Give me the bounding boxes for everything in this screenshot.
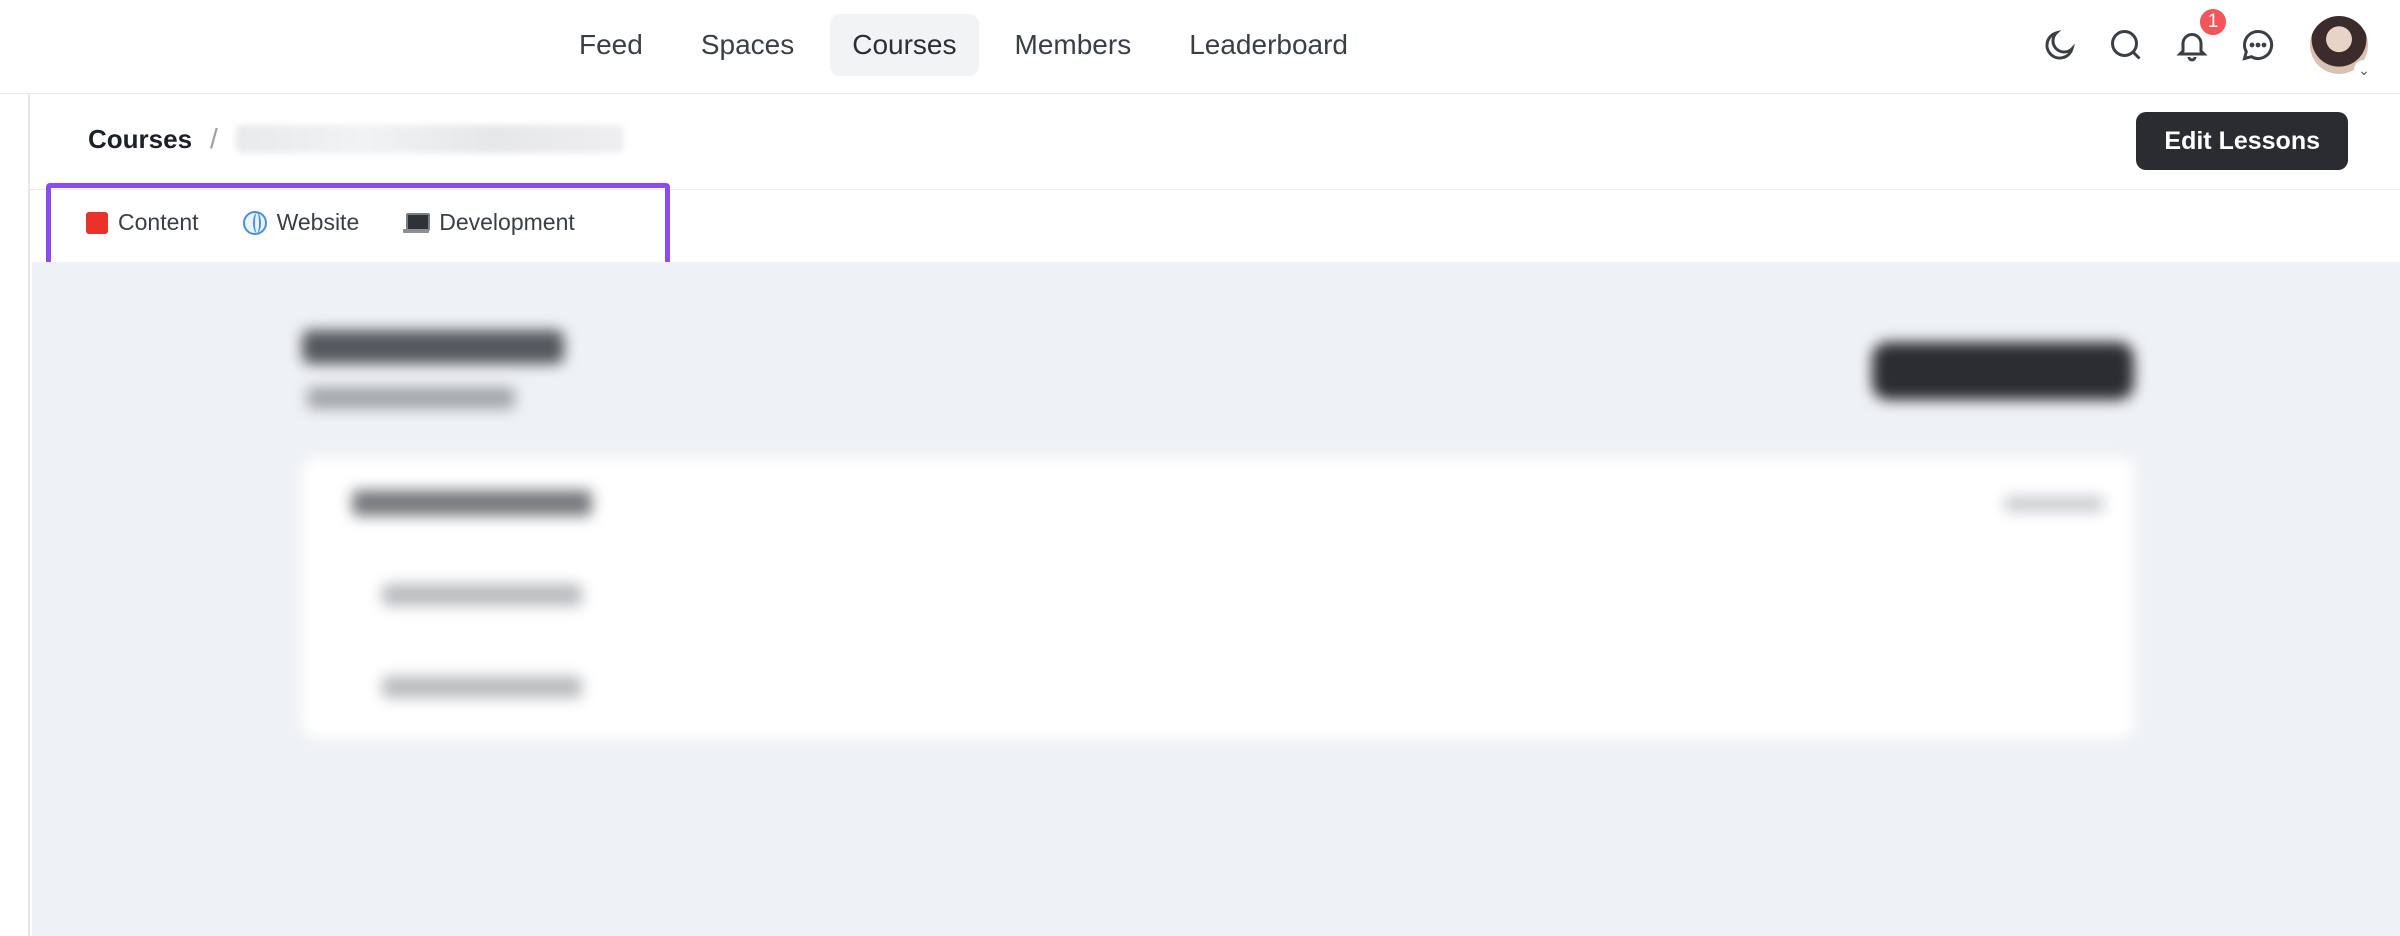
tag-website[interactable]: Website bbox=[242, 209, 360, 236]
tag-label: Content bbox=[118, 209, 199, 235]
chat-icon bbox=[2242, 29, 2274, 61]
nav-item-leaderboard[interactable]: Leaderboard bbox=[1167, 14, 1370, 76]
lesson-item-redacted[interactable] bbox=[382, 584, 582, 606]
tag-label: Website bbox=[276, 209, 360, 235]
breadcrumb-separator: / bbox=[210, 123, 218, 154]
tag-content[interactable]: Content bbox=[86, 209, 199, 236]
course-content-area bbox=[32, 262, 2400, 936]
globe-icon bbox=[242, 210, 267, 235]
red-square-icon bbox=[86, 211, 108, 234]
lesson-item-redacted[interactable] bbox=[382, 676, 582, 698]
notification-badge: 1 bbox=[2198, 7, 2228, 37]
header-actions: 1 ⌄ bbox=[2040, 7, 2374, 80]
chapter-meta-redacted bbox=[2004, 496, 2104, 512]
top-navigation-bar: Feed Spaces Courses Members Leaderboard … bbox=[0, 0, 2400, 94]
section-action-button-redacted[interactable] bbox=[1872, 342, 2134, 400]
breadcrumb-bar: Courses / Edit Lessons bbox=[30, 95, 2400, 190]
messages-button[interactable] bbox=[2238, 25, 2278, 65]
breadcrumb-current-course-redacted bbox=[235, 125, 624, 153]
section-subtitle-redacted bbox=[307, 387, 515, 409]
chevron-down-icon: ⌄ bbox=[2354, 60, 2374, 80]
moon-icon bbox=[2045, 29, 2076, 60]
dark-mode-toggle[interactable] bbox=[2040, 25, 2080, 65]
tag-label: Development bbox=[439, 209, 575, 235]
course-tags: Content Website Development bbox=[86, 209, 575, 236]
breadcrumb: Courses / bbox=[88, 123, 624, 155]
edit-lessons-button[interactable]: Edit Lessons bbox=[2136, 112, 2348, 170]
notifications-button[interactable]: 1 bbox=[2172, 7, 2228, 65]
laptop-icon bbox=[403, 212, 431, 233]
section-title-redacted bbox=[302, 330, 564, 364]
nav-item-feed[interactable]: Feed bbox=[557, 14, 665, 76]
breadcrumb-courses-link[interactable]: Courses bbox=[88, 124, 192, 155]
lesson-list-card bbox=[302, 458, 2134, 738]
left-rail bbox=[0, 94, 30, 936]
nav-item-courses[interactable]: Courses bbox=[830, 14, 979, 76]
chapter-title-redacted[interactable] bbox=[352, 490, 592, 516]
user-avatar[interactable]: ⌄ bbox=[2310, 16, 2374, 80]
tag-development[interactable]: Development bbox=[403, 209, 575, 236]
search-button[interactable] bbox=[2106, 25, 2146, 65]
main-nav: Feed Spaces Courses Members Leaderboard bbox=[557, 14, 1370, 76]
nav-item-spaces[interactable]: Spaces bbox=[679, 14, 816, 76]
search-icon bbox=[2111, 30, 2141, 60]
nav-item-members[interactable]: Members bbox=[993, 14, 1154, 76]
